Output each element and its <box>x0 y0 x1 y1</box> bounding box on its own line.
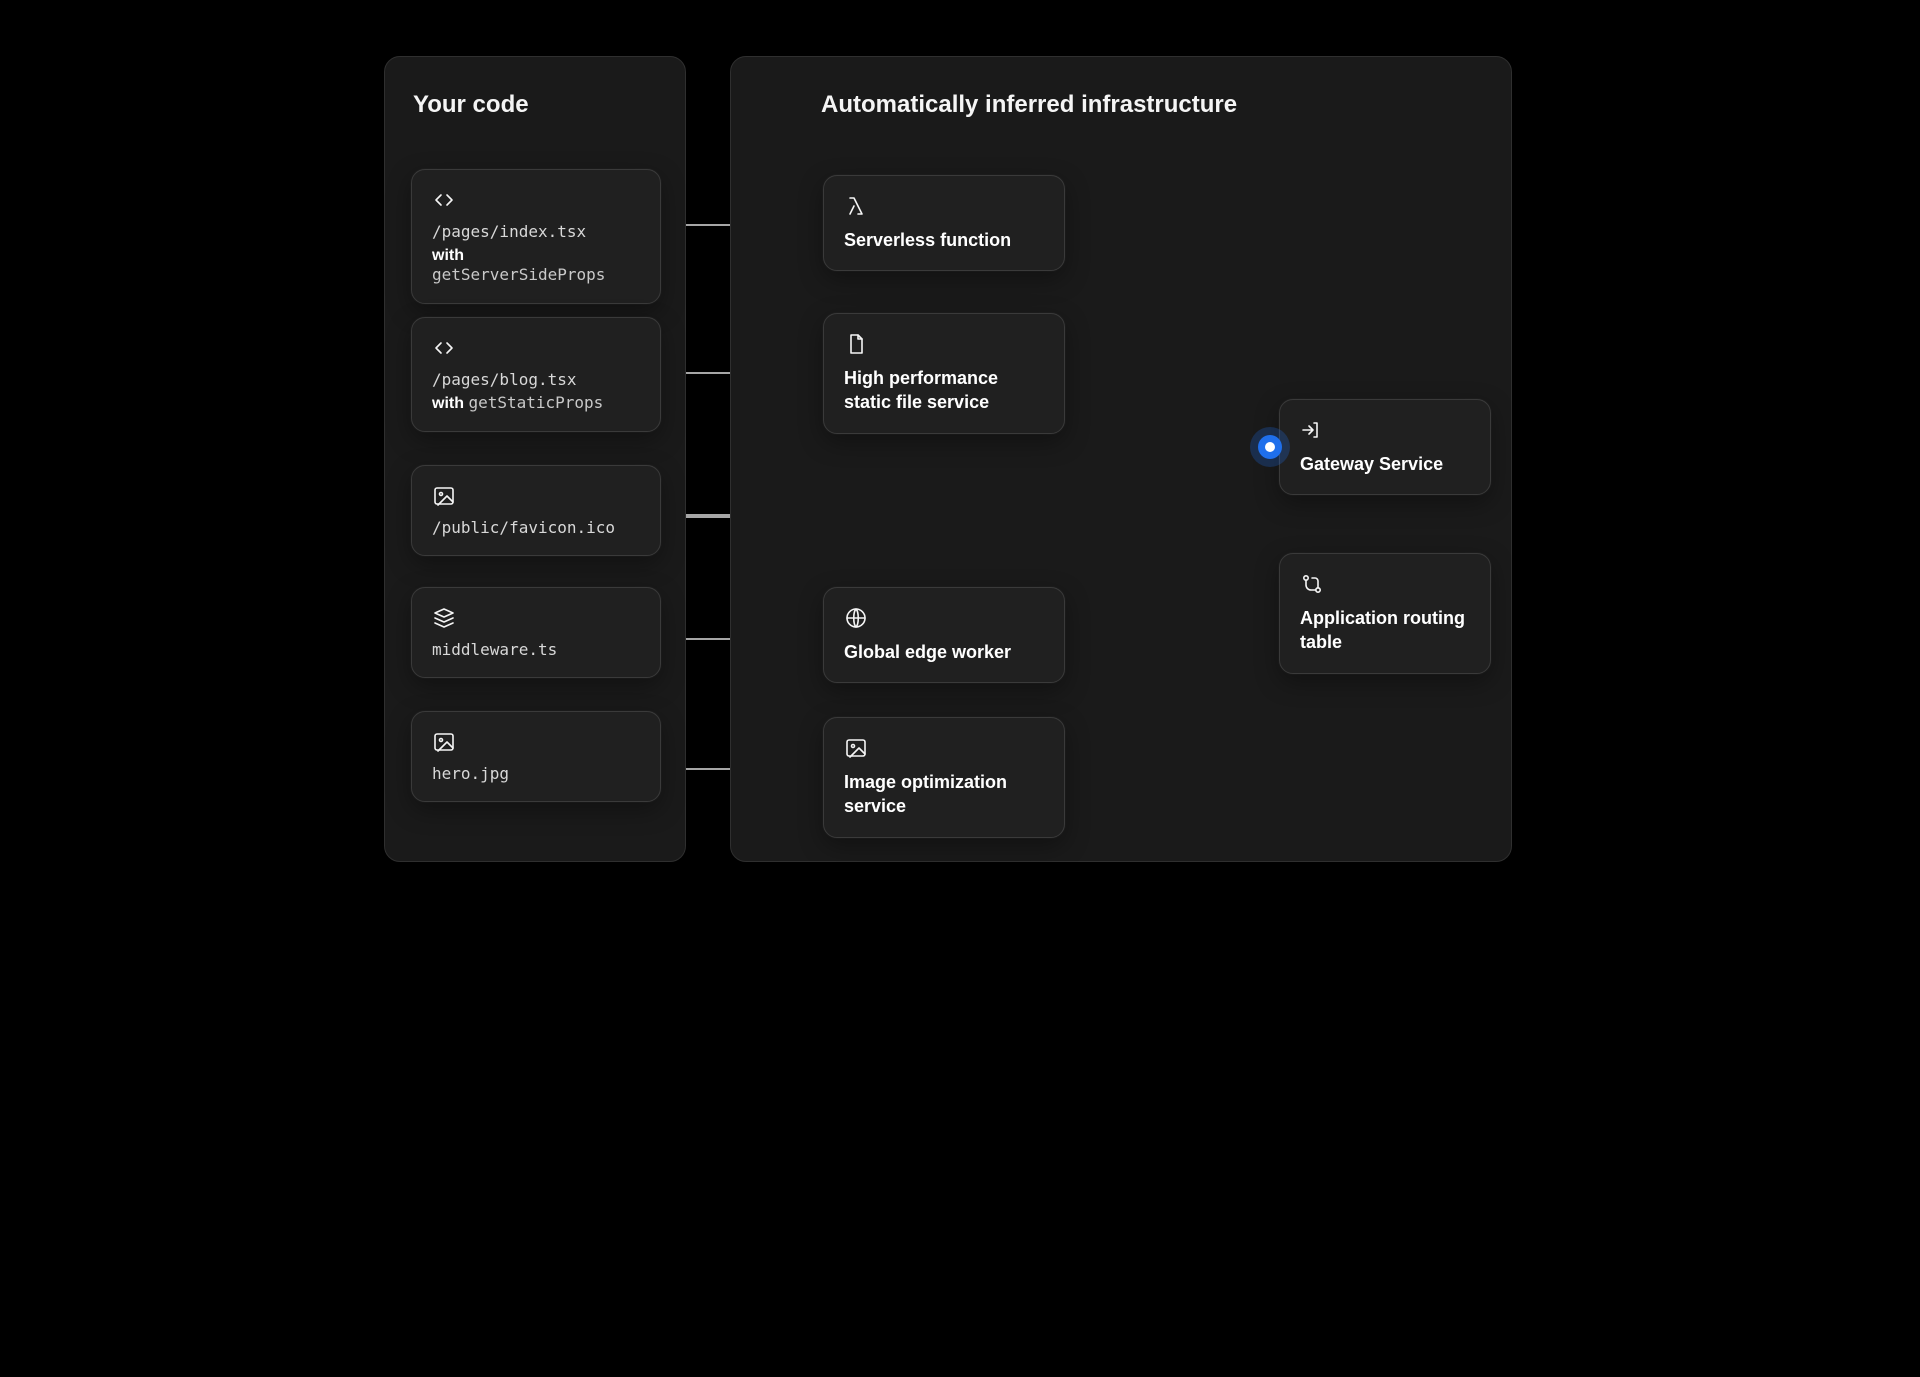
hook-line: with getServerSideProps <box>432 241 640 285</box>
layers-icon <box>432 606 456 630</box>
infrastructure-title: Automatically inferred infrastructure <box>821 91 1237 119</box>
code-card-blog: /pages/blog.tsx with getStaticProps <box>411 317 661 432</box>
gateway-accent-dot <box>1258 435 1282 459</box>
infrastructure-panel: Automatically inferred infrastructure Se… <box>730 56 1512 862</box>
code-icon <box>432 188 456 212</box>
lambda-icon <box>844 194 868 218</box>
infra-label: Image optimization service <box>844 770 1044 819</box>
file-path: hero.jpg <box>432 764 640 783</box>
image-icon <box>844 736 868 760</box>
file-path: /pages/index.tsx <box>432 222 640 241</box>
gateway-label: Gateway Service <box>1300 452 1470 476</box>
infra-label: Global edge worker <box>844 640 1044 664</box>
code-card-hero: hero.jpg <box>411 711 661 802</box>
code-card-favicon: /public/favicon.ico <box>411 465 661 556</box>
code-card-middleware: middleware.ts <box>411 587 661 678</box>
infra-card-image-opt: Image optimization service <box>823 717 1065 838</box>
infra-label: Serverless function <box>844 228 1044 252</box>
infra-label: High performance static file service <box>844 366 1044 415</box>
routing-label: Application routing table <box>1300 606 1470 655</box>
your-code-panel: Your code /pages/index.tsx with getServe… <box>384 56 686 862</box>
gateway-card: Gateway Service <box>1279 399 1491 495</box>
code-icon <box>432 336 456 360</box>
file-path: middleware.ts <box>432 640 640 659</box>
file-path: /pages/blog.tsx <box>432 370 640 389</box>
routing-icon <box>1300 572 1324 596</box>
infra-card-edge: Global edge worker <box>823 587 1065 683</box>
code-card-index: /pages/index.tsx with getServerSideProps <box>411 169 661 304</box>
infra-card-static: High performance static file service <box>823 313 1065 434</box>
infra-card-serverless: Serverless function <box>823 175 1065 271</box>
gateway-icon <box>1300 418 1324 442</box>
routing-card: Application routing table <box>1279 553 1491 674</box>
your-code-title: Your code <box>413 91 529 119</box>
diagram: Your code /pages/index.tsx with getServe… <box>320 0 1600 918</box>
file-path: /public/favicon.ico <box>432 518 640 537</box>
globe-icon <box>844 606 868 630</box>
image-icon <box>432 484 456 508</box>
image-icon <box>432 730 456 754</box>
file-icon <box>844 332 868 356</box>
hook-line: with getStaticProps <box>432 389 640 413</box>
